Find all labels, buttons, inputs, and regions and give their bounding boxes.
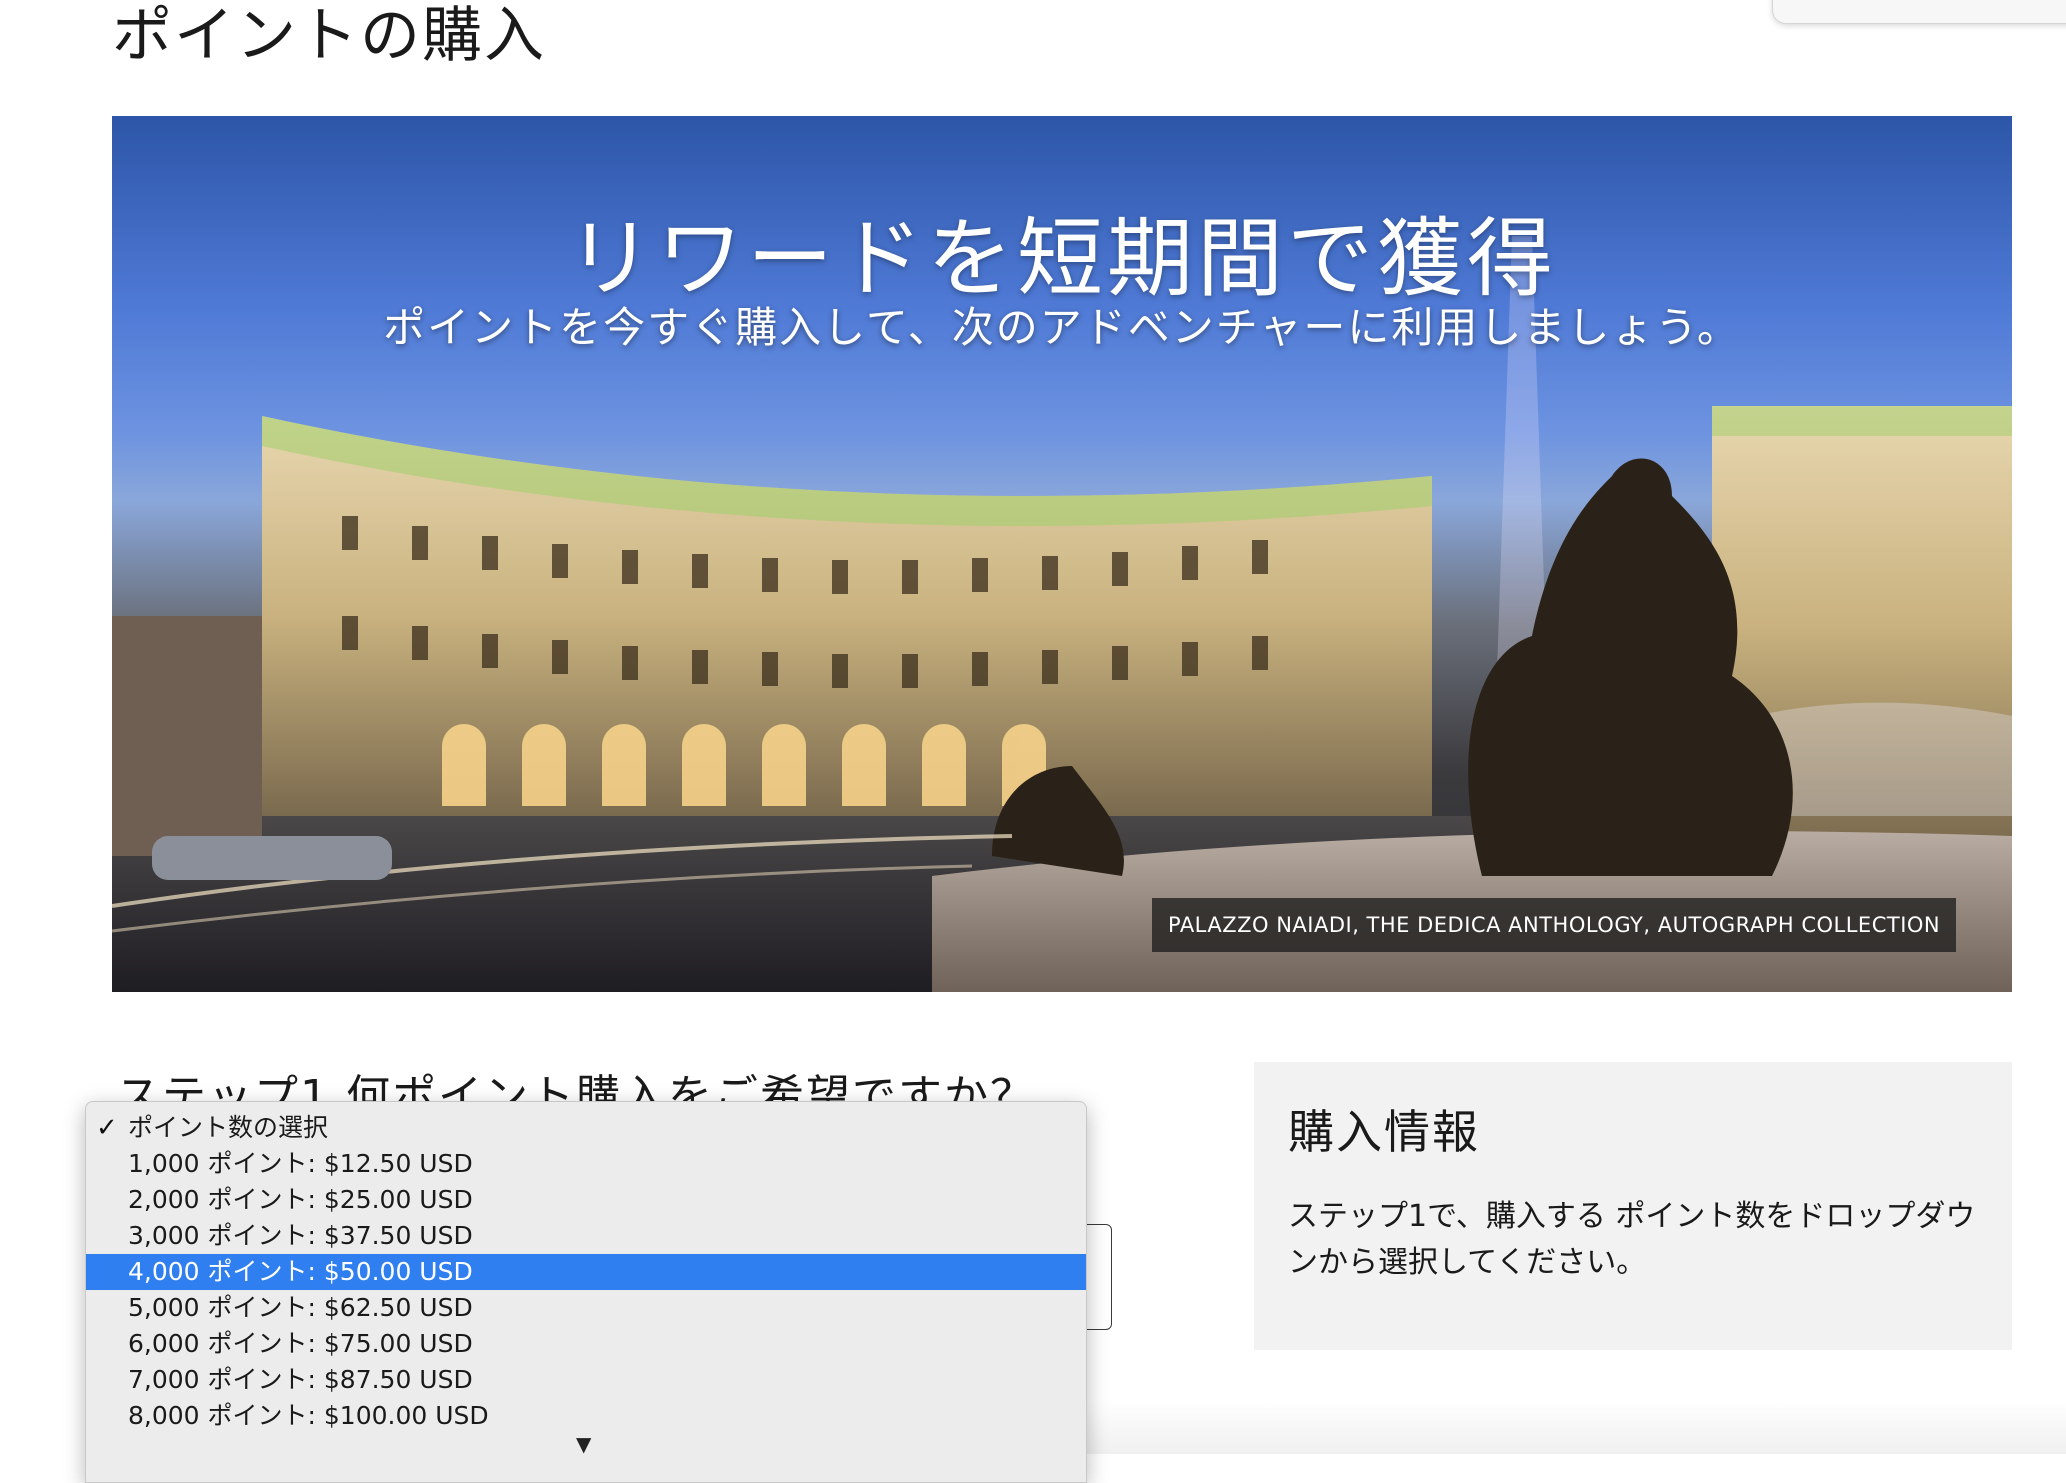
dropdown-option[interactable]: 8,000 ポイント: $100.00 USD [86,1398,1086,1434]
dropdown-option-label: 5,000 ポイント: $62.50 USD [128,1293,473,1322]
dropdown-option-label: 6,000 ポイント: $75.00 USD [128,1329,473,1358]
points-dropdown-menu[interactable]: ✓ ポイント数の選択 1,000 ポイント: $12.50 USD 2,000 … [85,1101,1087,1483]
hero-subheadline: ポイントを今すぐ購入して、次のアドベンチャーに利用しましょう。 [383,303,1741,352]
dropdown-option[interactable]: ✓ ポイント数の選択 [86,1110,1086,1146]
dropdown-option-list: ✓ ポイント数の選択 1,000 ポイント: $12.50 USD 2,000 … [86,1102,1086,1434]
dropdown-option[interactable]: 5,000 ポイント: $62.50 USD [86,1290,1086,1326]
hero-banner: リワードを短期間で獲得 ポイントを今すぐ購入して、次のアドベンチャーに利用しまし… [112,116,2012,992]
dropdown-option[interactable]: 6,000 ポイント: $75.00 USD [86,1326,1086,1362]
dropdown-option-label: 3,000 ポイント: $37.50 USD [128,1221,473,1250]
dropdown-option[interactable]: 2,000 ポイント: $25.00 USD [86,1182,1086,1218]
page-title: ポイントの購入 [112,1,546,71]
dropdown-option-label: 4,000 ポイント: $50.00 USD [128,1257,473,1286]
dropdown-option-label: 8,000 ポイント: $100.00 USD [128,1401,489,1430]
top-menu-button[interactable] [1772,0,2066,24]
photo-caption: PALAZZO NAIADI, THE DEDICA ANTHOLOGY, AU… [1152,898,1957,952]
dropdown-option-label: 7,000 ポイント: $87.50 USD [128,1365,473,1394]
scroll-down-arrow-icon[interactable]: ▼ [576,1432,591,1456]
dropdown-option[interactable]: 3,000 ポイント: $37.50 USD [86,1218,1086,1254]
purchase-info-text: ステップ1で、購入する ポイント数をドロップダウンから選択してください。 [1288,1199,1976,1280]
dropdown-option[interactable]: 4,000 ポイント: $50.00 USD [86,1254,1086,1290]
dropdown-option-label: 2,000 ポイント: $25.00 USD [128,1185,473,1214]
dropdown-option[interactable]: 1,000 ポイント: $12.50 USD [86,1146,1086,1182]
checkmark-icon: ✓ [96,1113,118,1143]
purchase-info-panel: 購入情報 ステップ1で、購入する ポイント数をドロップダウンから選択してください… [1254,1062,2012,1350]
dropdown-option[interactable]: 7,000 ポイント: $87.50 USD [86,1362,1086,1398]
dropdown-option-label: 1,000 ポイント: $12.50 USD [128,1149,473,1178]
purchase-info-title: 購入情報 [1288,1105,1480,1159]
dropdown-option-label: ポイント数の選択 [128,1113,329,1142]
page-bottom-fade [1085,1400,2066,1454]
